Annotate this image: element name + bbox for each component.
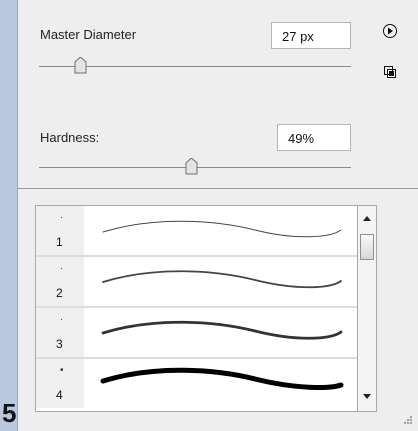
brush-row-1[interactable]: · 1	[36, 206, 357, 257]
brush-tip-dot: ·	[60, 212, 64, 223]
brush-row-3[interactable]: · 3	[36, 308, 357, 359]
hardness-input[interactable]: 49%	[277, 124, 351, 151]
master-diameter-label: Master Diameter	[40, 27, 137, 42]
brush-number: 1	[56, 235, 63, 249]
panel-divider	[18, 188, 418, 189]
brush-row-2[interactable]: · 2	[36, 257, 357, 308]
scrollbar-thumb[interactable]	[360, 234, 374, 260]
list-scrollbar[interactable]	[358, 205, 377, 412]
scroll-up-arrow-icon[interactable]	[360, 212, 374, 226]
brush-number-cell: · 3	[36, 308, 84, 357]
brush-number: 3	[56, 337, 63, 351]
brush-stroke-preview	[85, 206, 357, 255]
brush-stroke-preview	[85, 257, 357, 306]
brush-tip-dot: ·	[60, 263, 64, 274]
new-brush-preset-icon[interactable]	[384, 66, 396, 78]
brush-tip-dot: ·	[60, 314, 64, 325]
brush-stroke-preview	[85, 308, 357, 357]
brush-number: 2	[56, 286, 63, 300]
brush-picker-panel: Master Diameter 27 px Hardness: 49% · 1	[17, 0, 418, 431]
scroll-down-arrow-icon[interactable]	[360, 389, 374, 403]
brush-stroke-preview	[85, 359, 357, 408]
brush-number-cell: • 4	[36, 359, 84, 408]
resize-grip-icon[interactable]	[400, 412, 414, 426]
hardness-slider-thumb[interactable]	[185, 158, 198, 175]
brush-number: 4	[56, 388, 63, 402]
brush-row-4[interactable]: • 4	[36, 359, 357, 410]
brush-number-cell: · 2	[36, 257, 84, 306]
brush-preset-list: · 1 · 2 · 3 • 4	[35, 205, 358, 412]
master-diameter-input[interactable]: 27 px	[271, 22, 351, 49]
master-diameter-slider-thumb[interactable]	[74, 57, 87, 74]
brush-tip-dot: •	[60, 365, 64, 376]
hardness-label: Hardness:	[40, 130, 100, 145]
brush-number-cell: · 1	[36, 206, 84, 255]
play-arrow-icon[interactable]	[383, 24, 397, 38]
